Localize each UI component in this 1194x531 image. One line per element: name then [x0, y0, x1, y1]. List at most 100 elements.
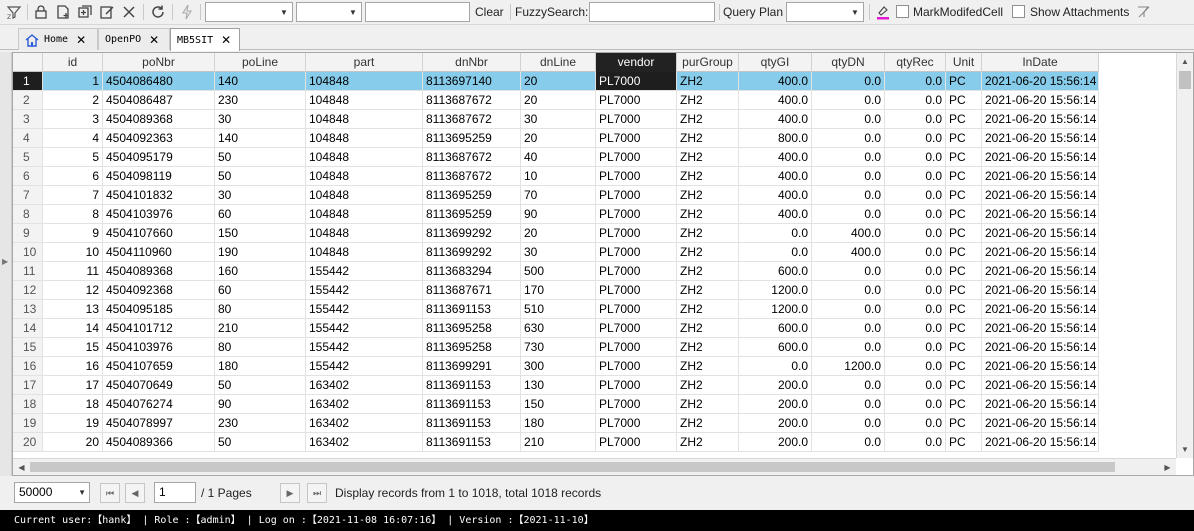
cell-indate[interactable]: 2021-06-20 15:56:14 — [982, 300, 1099, 319]
cell-dnline[interactable]: 180 — [521, 414, 596, 433]
row-number[interactable]: 13 — [13, 300, 43, 319]
cell-ponbr[interactable]: 4504089368 — [103, 110, 215, 129]
cell-vendor[interactable]: PL7000 — [596, 186, 677, 205]
cell-purgroup[interactable]: ZH2 — [677, 300, 739, 319]
cell-ponbr[interactable]: 4504092363 — [103, 129, 215, 148]
cell-qtygi[interactable]: 200.0 — [739, 395, 812, 414]
cell-qtygi[interactable]: 600.0 — [739, 338, 812, 357]
cell-vendor[interactable]: PL7000 — [596, 224, 677, 243]
table-row[interactable]: 18 18 4504076274 90 163402 8113691153 150 PL700… — [13, 395, 1099, 414]
cell-poline[interactable]: 230 — [215, 414, 306, 433]
cell-unit[interactable]: PC — [946, 338, 982, 357]
cell-purgroup[interactable]: ZH2 — [677, 338, 739, 357]
cell-vendor[interactable]: PL7000 — [596, 414, 677, 433]
close-icon[interactable]: ✕ — [76, 33, 86, 47]
cell-ponbr[interactable]: 4504098119 — [103, 167, 215, 186]
scroll-up-icon[interactable]: ▲ — [1177, 53, 1193, 70]
cell-qtyrec[interactable]: 0.0 — [885, 414, 946, 433]
cell-dnline[interactable]: 90 — [521, 205, 596, 224]
cell-unit[interactable]: PC — [946, 262, 982, 281]
highlight-color-icon[interactable] — [874, 3, 892, 21]
cell-unit[interactable]: PC — [946, 281, 982, 300]
cell-part[interactable]: 155442 — [306, 300, 423, 319]
table-row[interactable]: 8 8 4504103976 60 104848 8113695259 90 PL7000 ZH… — [13, 205, 1099, 224]
cell-qtydn[interactable]: 0.0 — [812, 395, 885, 414]
cell-dnnbr[interactable]: 8113699292 — [423, 243, 521, 262]
cell-unit[interactable]: PC — [946, 357, 982, 376]
cell-indate[interactable]: 2021-06-20 15:56:14 — [982, 281, 1099, 300]
cell-qtydn[interactable]: 0.0 — [812, 319, 885, 338]
show-attachments-checkbox[interactable] — [1012, 5, 1025, 18]
cell-dnnbr[interactable]: 8113691153 — [423, 395, 521, 414]
cell-ponbr[interactable]: 4504103976 — [103, 205, 215, 224]
filter-clear-icon[interactable]: Z — [5, 3, 23, 21]
cell-dnnbr[interactable]: 8113695258 — [423, 319, 521, 338]
cell-vendor[interactable]: PL7000 — [596, 433, 677, 452]
cell-purgroup[interactable]: ZH2 — [677, 243, 739, 262]
cell-unit[interactable]: PC — [946, 148, 982, 167]
cell-qtydn[interactable]: 0.0 — [812, 281, 885, 300]
cell-ponbr[interactable]: 4504110960 — [103, 243, 215, 262]
page-size-select[interactable]: 50000 ▼ — [14, 482, 90, 503]
cell-part[interactable]: 104848 — [306, 186, 423, 205]
cell-qtyrec[interactable]: 0.0 — [885, 205, 946, 224]
cell-purgroup[interactable]: ZH2 — [677, 433, 739, 452]
cell-poline[interactable]: 90 — [215, 395, 306, 414]
table-row[interactable]: 20 20 4504089366 50 163402 8113691153 210 PL700… — [13, 433, 1099, 452]
cell-vendor[interactable]: PL7000 — [596, 262, 677, 281]
cell-unit[interactable]: PC — [946, 376, 982, 395]
tab-home[interactable]: Home ✕ — [18, 28, 98, 50]
cell-dnnbr[interactable]: 8113687672 — [423, 148, 521, 167]
row-number[interactable]: 9 — [13, 224, 43, 243]
column-header-poline[interactable]: poLine — [215, 53, 306, 72]
cell-part[interactable]: 155442 — [306, 319, 423, 338]
cell-qtydn[interactable]: 1200.0 — [812, 357, 885, 376]
cell-dnline[interactable]: 40 — [521, 148, 596, 167]
cell-qtygi[interactable]: 400.0 — [739, 186, 812, 205]
cell-vendor[interactable]: PL7000 — [596, 338, 677, 357]
cell-qtyrec[interactable]: 0.0 — [885, 91, 946, 110]
refresh-icon[interactable] — [149, 3, 167, 21]
cell-dnnbr[interactable]: 8113687672 — [423, 91, 521, 110]
cell-purgroup[interactable]: ZH2 — [677, 357, 739, 376]
cell-poline[interactable]: 50 — [215, 167, 306, 186]
cell-unit[interactable]: PC — [946, 167, 982, 186]
cell-qtydn[interactable]: 0.0 — [812, 376, 885, 395]
cell-qtygi[interactable]: 1200.0 — [739, 300, 812, 319]
vertical-scrollbar[interactable]: ▲ ▼ — [1176, 53, 1193, 458]
query-plan-select[interactable]: ▼ — [786, 2, 864, 22]
column-header-dnline[interactable]: dnLine — [521, 53, 596, 72]
cell-qtyrec[interactable]: 0.0 — [885, 376, 946, 395]
close-icon[interactable]: ✕ — [149, 33, 159, 47]
cell-purgroup[interactable]: ZH2 — [677, 319, 739, 338]
lightning-icon[interactable] — [178, 3, 196, 21]
edit-icon[interactable] — [98, 3, 116, 21]
cell-dnline[interactable]: 20 — [521, 129, 596, 148]
cell-poline[interactable]: 80 — [215, 338, 306, 357]
table-row[interactable]: 5 5 4504095179 50 104848 8113687672 40 PL7000 ZH… — [13, 148, 1099, 167]
cell-qtydn[interactable]: 0.0 — [812, 91, 885, 110]
cell-vendor[interactable]: PL7000 — [596, 110, 677, 129]
cell-dnline[interactable]: 730 — [521, 338, 596, 357]
cell-qtydn[interactable]: 0.0 — [812, 433, 885, 452]
cell-unit[interactable]: PC — [946, 205, 982, 224]
add-icon[interactable] — [76, 3, 94, 21]
cell-dnline[interactable]: 630 — [521, 319, 596, 338]
cell-qtyrec[interactable]: 0.0 — [885, 167, 946, 186]
table-row[interactable]: 2 2 4504086487 230 104848 8113687672 20 PL7000 Z… — [13, 91, 1099, 110]
cell-qtydn[interactable]: 0.0 — [812, 110, 885, 129]
row-number[interactable]: 1 — [13, 72, 43, 91]
cell-ponbr[interactable]: 4504103976 — [103, 338, 215, 357]
cell-dnnbr[interactable]: 8113687671 — [423, 281, 521, 300]
cell-id[interactable]: 12 — [43, 281, 103, 300]
table-row[interactable]: 17 17 4504070649 50 163402 8113691153 130 PL700… — [13, 376, 1099, 395]
cell-purgroup[interactable]: ZH2 — [677, 281, 739, 300]
cell-qtydn[interactable]: 0.0 — [812, 72, 885, 91]
cell-vendor[interactable]: PL7000 — [596, 91, 677, 110]
cell-purgroup[interactable]: ZH2 — [677, 91, 739, 110]
cell-dnnbr[interactable]: 8113695258 — [423, 338, 521, 357]
cell-dnnbr[interactable]: 8113691153 — [423, 300, 521, 319]
close-icon[interactable]: ✕ — [221, 33, 231, 47]
cell-part[interactable]: 155442 — [306, 262, 423, 281]
cell-qtyrec[interactable]: 0.0 — [885, 319, 946, 338]
